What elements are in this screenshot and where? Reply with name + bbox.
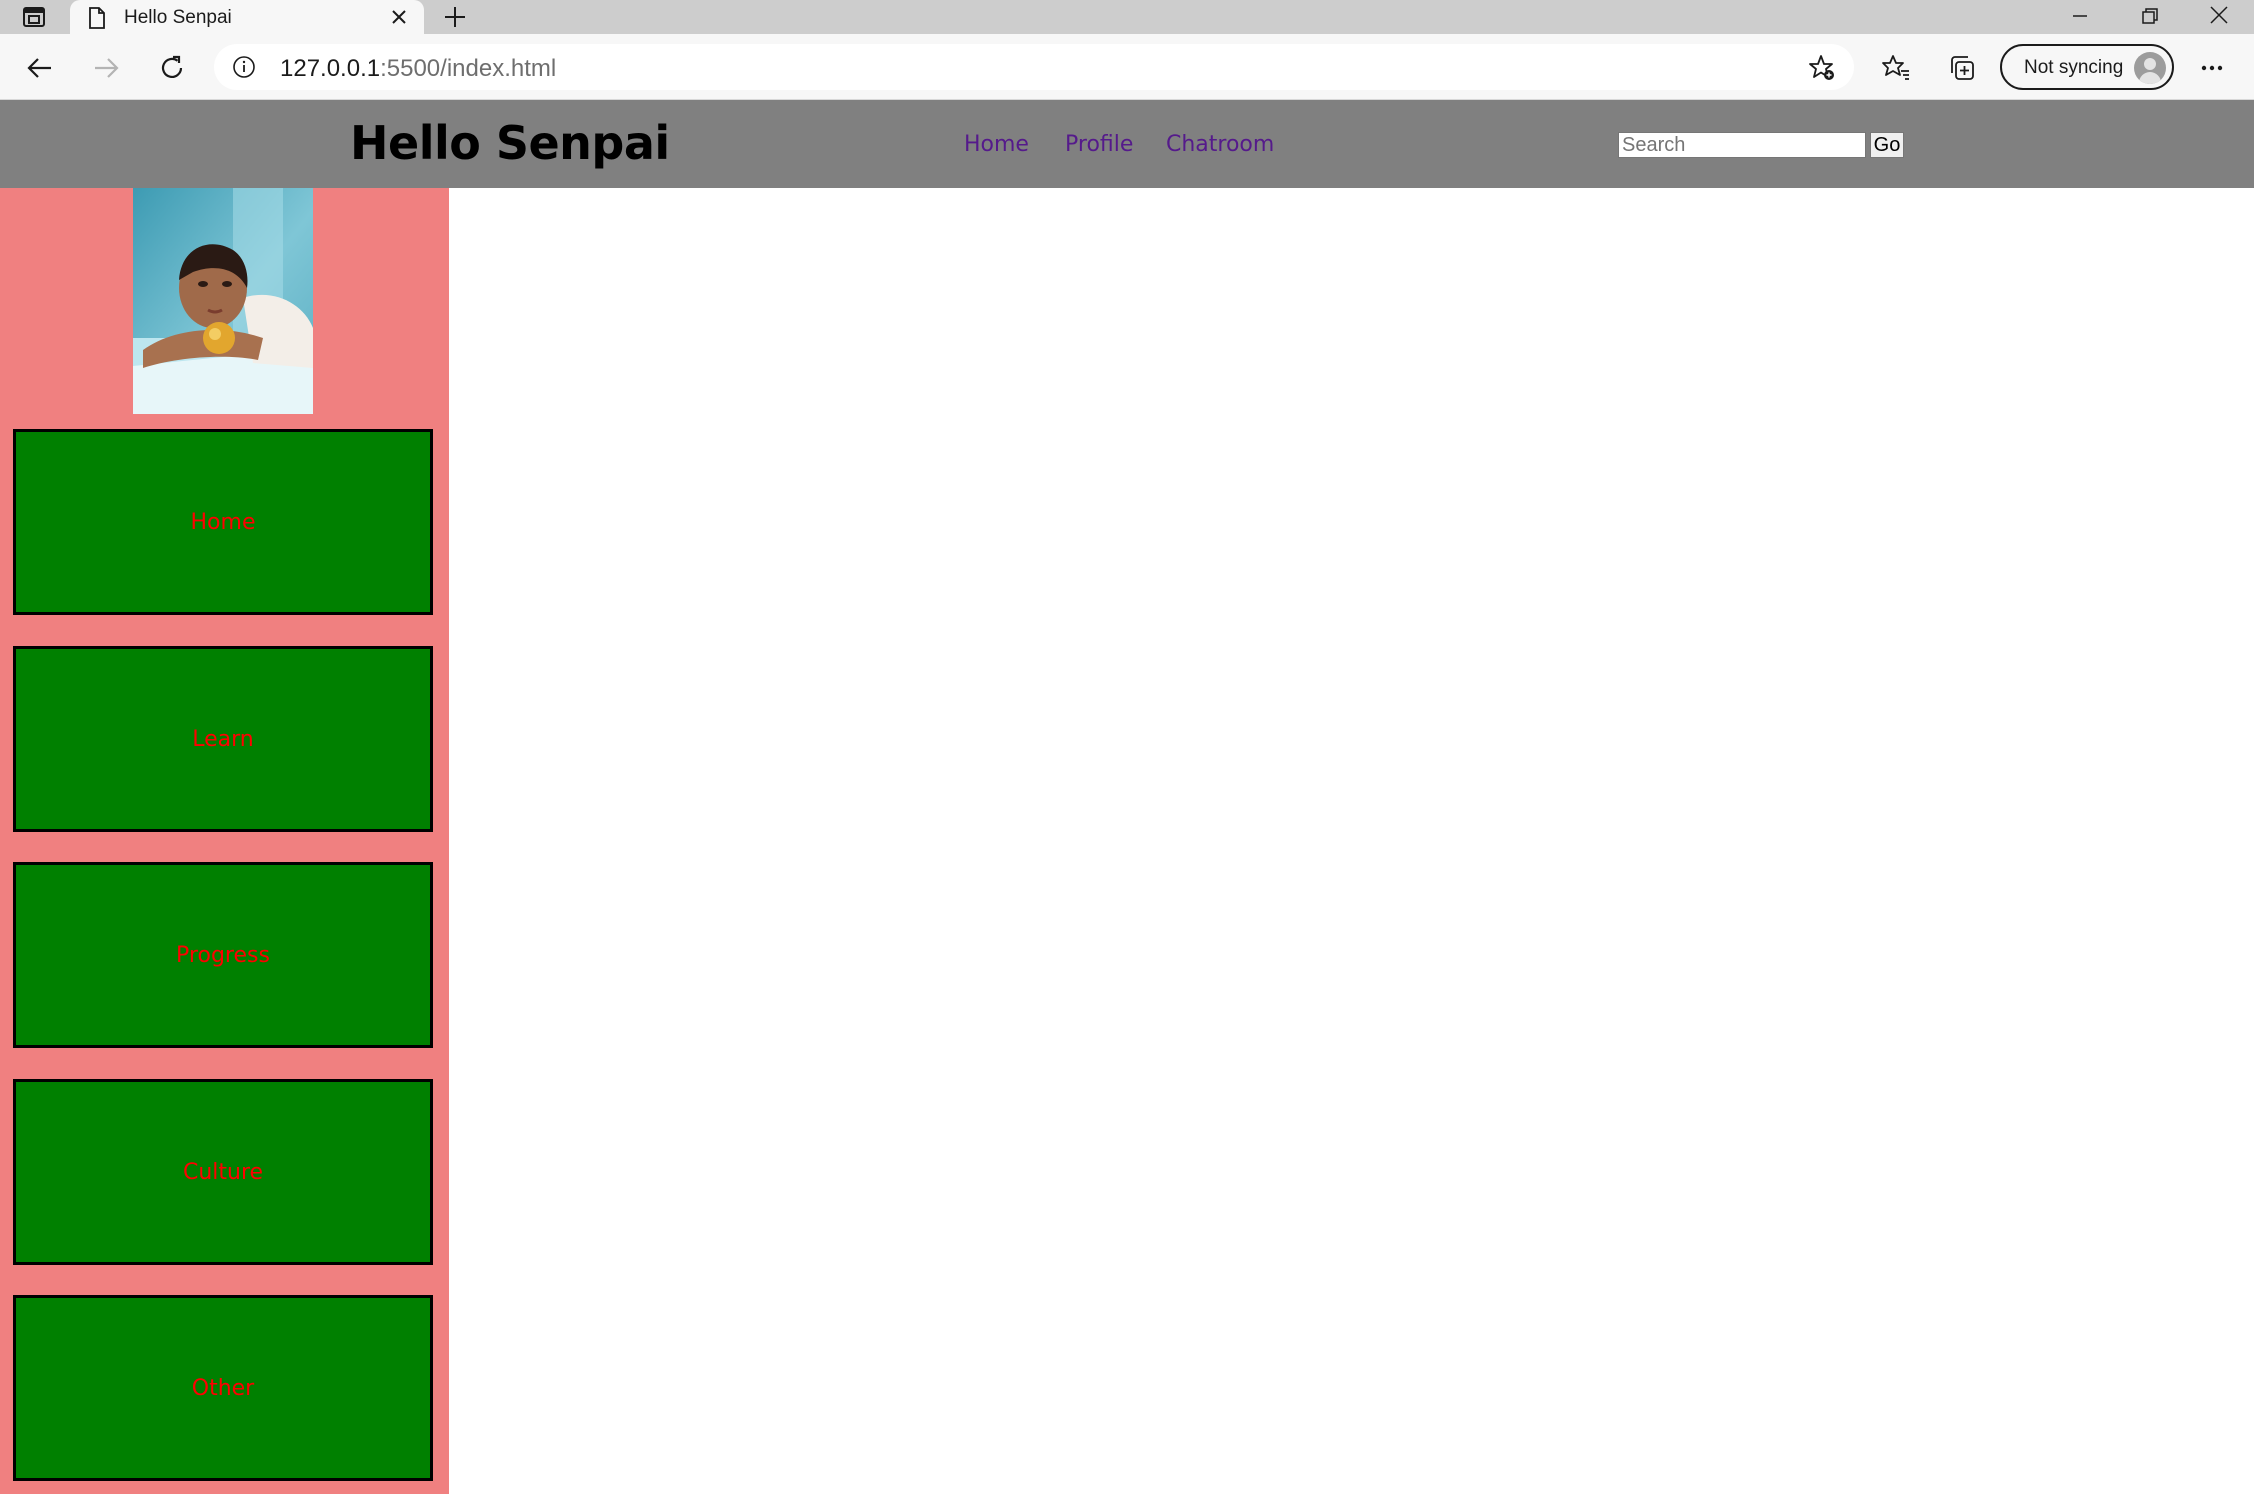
add-favorite-icon[interactable] — [1808, 54, 1836, 87]
collections-icon[interactable] — [1946, 52, 1978, 84]
site-title: Hello Senpai — [350, 116, 670, 170]
favorites-icon[interactable] — [1880, 52, 1912, 84]
url-host: 127.0.0.1 — [280, 55, 381, 82]
more-options-icon[interactable] — [2196, 52, 2228, 84]
refresh-icon[interactable] — [156, 52, 188, 84]
sidebar-button-home[interactable]: Home — [13, 429, 433, 615]
tab-title: Hello Senpai — [124, 7, 232, 28]
url-path: :5500/index.html — [380, 55, 557, 82]
forward-icon[interactable] — [90, 52, 122, 84]
minimize-icon[interactable] — [2070, 6, 2090, 31]
site-info-icon[interactable] — [232, 55, 256, 84]
browser-tabstrip: Hello Senpai — [0, 0, 2254, 34]
page-icon — [88, 7, 106, 34]
tab-actions-icon[interactable] — [14, 5, 54, 29]
profile-button[interactable]: Not syncing — [2000, 44, 2174, 90]
sidebar-button-other[interactable]: Other — [13, 1295, 433, 1481]
nav-link-profile[interactable]: Profile — [1065, 132, 1133, 157]
search-input[interactable] — [1618, 132, 1866, 158]
main-content — [449, 188, 2254, 1494]
sidebar-button-progress[interactable]: Progress — [13, 862, 433, 1048]
nav-link-home[interactable]: Home — [964, 132, 1029, 157]
restore-icon[interactable] — [2140, 6, 2160, 31]
url-text: 127.0.0.1:5500/index.html — [280, 55, 556, 83]
close-tab-icon[interactable] — [390, 8, 408, 31]
profile-label: Not syncing — [2024, 57, 2124, 78]
sidebar-button-learn[interactable]: Learn — [13, 646, 433, 832]
site-header: Hello Senpai Home Profile Chatroom Go — [0, 100, 2254, 188]
nav-link-chatroom[interactable]: Chatroom — [1166, 132, 1274, 157]
window-close-icon[interactable] — [2208, 4, 2230, 31]
avatar-icon — [2134, 52, 2166, 84]
profile-photo — [133, 188, 313, 414]
browser-tab-active[interactable]: Hello Senpai — [70, 0, 424, 34]
new-tab-icon[interactable] — [442, 4, 468, 35]
sidebar-button-culture[interactable]: Culture — [13, 1079, 433, 1265]
browser-toolbar: 127.0.0.1:5500/index.html Not syncing — [0, 34, 2254, 100]
sidebar: Home Learn Progress Culture Other — [0, 188, 449, 1494]
go-button[interactable]: Go — [1870, 132, 1904, 158]
back-icon[interactable] — [24, 52, 56, 84]
address-bar[interactable]: 127.0.0.1:5500/index.html — [214, 44, 1854, 90]
